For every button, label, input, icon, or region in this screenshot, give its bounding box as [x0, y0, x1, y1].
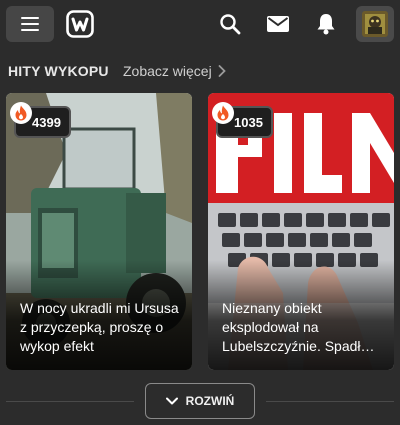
- chevron-right-icon: [218, 65, 226, 77]
- chevron-down-icon: [165, 397, 178, 405]
- hamburger-menu-icon: [21, 17, 39, 31]
- flame-icon: [212, 102, 234, 124]
- card-title[interactable]: W nocy ukradli mi Ursusa z przyczepką, p…: [20, 299, 180, 356]
- expand-label: ROZWIŃ: [185, 394, 235, 408]
- user-avatar: [362, 11, 388, 37]
- see-more-link[interactable]: Zobacz więcej: [123, 63, 226, 79]
- envelope-icon[interactable]: [264, 10, 292, 38]
- search-icon[interactable]: [216, 10, 244, 38]
- hit-card[interactable]: 4399 W nocy ukradli mi Ursusa z przyczep…: [6, 93, 192, 370]
- profile-button[interactable]: [356, 6, 394, 42]
- vote-count: 4399: [32, 114, 61, 130]
- bell-icon[interactable]: [312, 10, 340, 38]
- hit-card[interactable]: 1035 Nieznany obiekt eksplodował na Lube…: [208, 93, 394, 370]
- expand-button[interactable]: ROZWIŃ: [145, 383, 255, 419]
- section-title: HITY WYKOPU: [8, 63, 109, 79]
- vote-badge: 1035: [212, 102, 273, 138]
- divider: [266, 401, 394, 402]
- menu-button[interactable]: [6, 6, 54, 42]
- vote-count: 1035: [234, 114, 263, 130]
- top-bar: [0, 0, 400, 48]
- see-more-label: Zobacz więcej: [123, 63, 212, 79]
- divider: [6, 401, 134, 402]
- wykop-logo-icon[interactable]: [66, 10, 94, 38]
- card-title[interactable]: Nieznany obiekt eksplodował na Lubelszcz…: [222, 299, 382, 356]
- flame-icon: [10, 102, 32, 124]
- vote-badge: 4399: [10, 102, 71, 138]
